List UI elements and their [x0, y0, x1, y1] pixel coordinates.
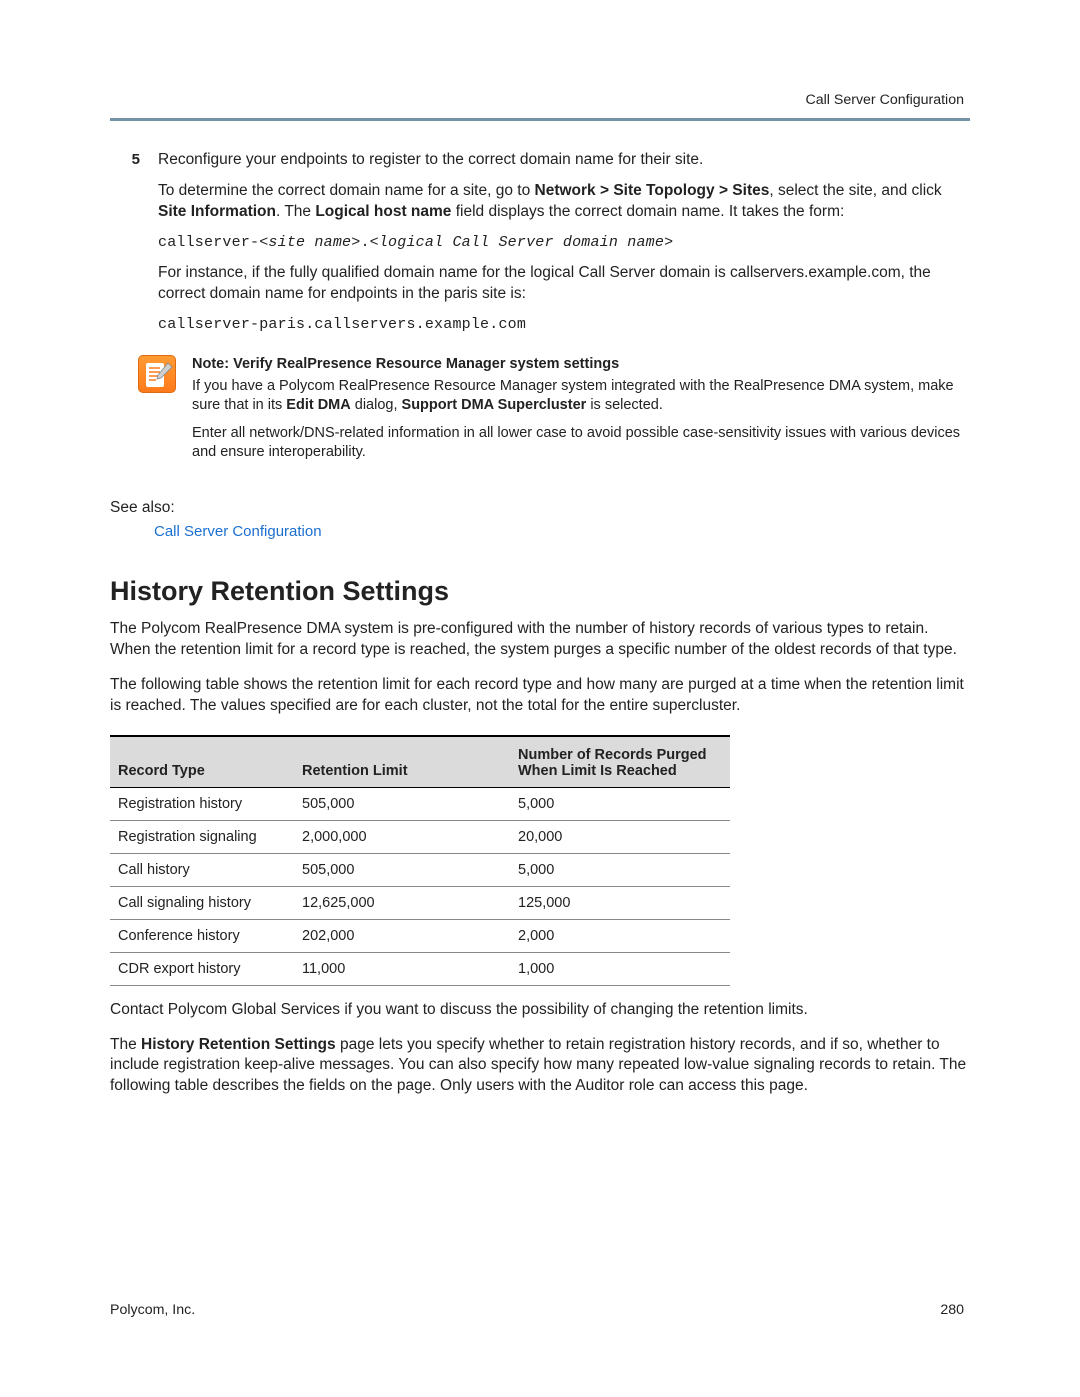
table-row: Call signaling history 12,625,000 125,00… — [110, 886, 730, 919]
code-example: callserver-paris.callservers.example.com — [158, 315, 970, 335]
cell: 11,000 — [294, 952, 510, 985]
page-header-title: Call Server Configuration — [805, 92, 964, 108]
text: field displays the correct domain name. … — [451, 203, 844, 220]
step-paragraph-1: To determine the correct domain name for… — [158, 181, 970, 223]
step-paragraph-2: For instance, if the fully qualified dom… — [158, 263, 970, 305]
code-text: callserver- — [158, 234, 259, 251]
table-row: Registration signaling 2,000,000 20,000 — [110, 820, 730, 853]
edit-dma-label: Edit DMA — [286, 397, 350, 413]
code-placeholder: <site name> — [259, 234, 360, 251]
cell: 20,000 — [510, 820, 730, 853]
cell: Call history — [110, 853, 294, 886]
cell: 5,000 — [510, 853, 730, 886]
retention-table: Record Type Retention Limit Number of Re… — [110, 735, 730, 986]
cell: 505,000 — [294, 853, 510, 886]
text: , select the site, and click — [769, 182, 941, 199]
cell: 125,000 — [510, 886, 730, 919]
cell: 1,000 — [510, 952, 730, 985]
note-icon — [138, 355, 176, 393]
text: To determine the correct domain name for… — [158, 182, 535, 199]
note-paragraph-1: If you have a Polycom RealPresence Resou… — [192, 377, 970, 416]
site-information-label: Site Information — [158, 203, 276, 220]
footer-company: Polycom, Inc. — [110, 1302, 195, 1318]
text: The — [110, 1036, 141, 1053]
see-also-label: See also: — [110, 499, 175, 516]
call-server-configuration-link[interactable]: Call Server Configuration — [154, 523, 970, 540]
text: dialog, — [351, 397, 402, 413]
nav-path: Network > Site Topology > Sites — [535, 182, 770, 199]
section-paragraph-2: The following table shows the retention … — [110, 675, 970, 717]
section-paragraph-1: The Polycom RealPresence DMA system is p… — [110, 619, 970, 661]
history-retention-settings-label: History Retention Settings — [141, 1036, 336, 1053]
step-line: Reconfigure your endpoints to register t… — [158, 150, 970, 171]
note-paragraph-2: Enter all network/DNS-related informatio… — [192, 424, 970, 463]
cell: 505,000 — [294, 787, 510, 820]
note-heading: Note: Verify RealPresence Resource Manag… — [192, 355, 970, 375]
footer-page-number: 280 — [940, 1302, 964, 1318]
page-content: 5 Reconfigure your endpoints to register… — [110, 150, 970, 1111]
section-title: History Retention Settings — [110, 576, 970, 607]
after-table-paragraph-2: The History Retention Settings page lets… — [110, 1035, 970, 1098]
cell: 2,000 — [510, 919, 730, 952]
cell: 5,000 — [510, 787, 730, 820]
table-row: Call history 505,000 5,000 — [110, 853, 730, 886]
cell: 202,000 — [294, 919, 510, 952]
code-text: . — [360, 234, 369, 251]
logical-host-name-label: Logical host name — [315, 203, 451, 220]
cell: CDR export history — [110, 952, 294, 985]
table-row: CDR export history 11,000 1,000 — [110, 952, 730, 985]
col-retention-limit: Retention Limit — [294, 736, 510, 788]
cell: Registration history — [110, 787, 294, 820]
cell: Conference history — [110, 919, 294, 952]
table-row: Conference history 202,000 2,000 — [110, 919, 730, 952]
cell: Registration signaling — [110, 820, 294, 853]
after-table-paragraph-1: Contact Polycom Global Services if you w… — [110, 1000, 970, 1021]
code-template: callserver-<site name>.<logical Call Ser… — [158, 233, 970, 253]
support-dma-supercluster-label: Support DMA Supercluster — [402, 397, 587, 413]
table-header-row: Record Type Retention Limit Number of Re… — [110, 736, 730, 788]
table-row: Registration history 505,000 5,000 — [110, 787, 730, 820]
step-number: 5 — [110, 151, 140, 168]
cell: 12,625,000 — [294, 886, 510, 919]
col-record-type: Record Type — [110, 736, 294, 788]
header-rule — [110, 118, 970, 121]
code-placeholder: <logical Call Server domain name> — [370, 234, 674, 251]
col-records-purged: Number of Records Purged When Limit Is R… — [510, 736, 730, 788]
text: is selected. — [586, 397, 663, 413]
cell: 2,000,000 — [294, 820, 510, 853]
cell: Call signaling history — [110, 886, 294, 919]
text: . The — [276, 203, 315, 220]
